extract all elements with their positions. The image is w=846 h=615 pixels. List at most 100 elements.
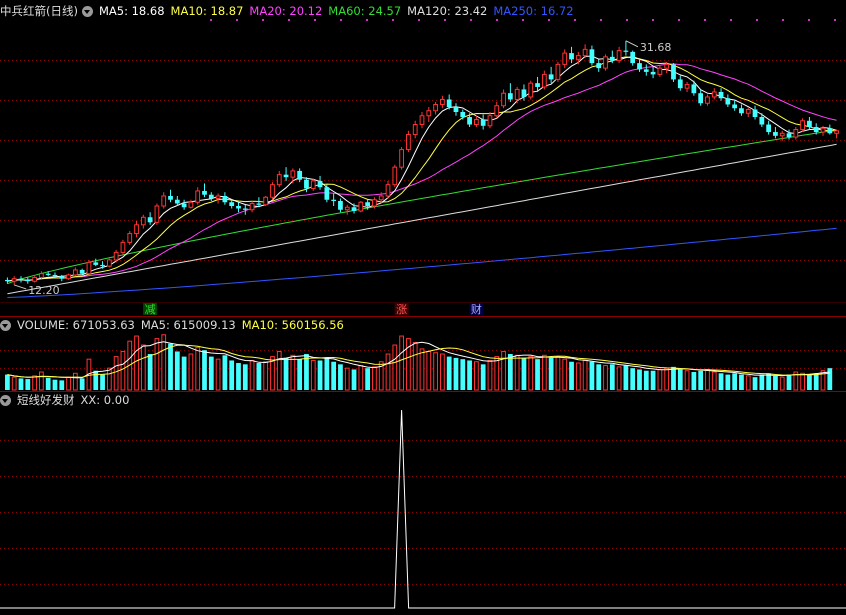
xx-signal-line [0,409,846,609]
volume-bar [589,361,595,390]
candle-body [440,98,445,105]
marker-dot [704,19,706,21]
candle-body [705,96,710,104]
volume-bar [596,364,602,390]
signal-badge-1: 涨 [396,303,407,316]
candle-body [467,117,472,125]
candle-body [412,124,418,136]
candle-body [813,127,819,133]
volume-bar [344,367,350,391]
volume-bar [684,370,690,391]
dropdown-icon[interactable] [0,395,11,406]
volume-bar [168,343,173,390]
volume-bar [745,375,751,391]
volume-bar [752,377,758,390]
marker-dot [262,19,264,21]
volume-bar [242,364,248,390]
candle-body [338,200,343,210]
candle-body [344,206,350,211]
candle-body [378,195,384,201]
candle-body [487,115,493,127]
volume-bar [399,335,404,391]
candle-body [93,262,99,265]
candle-body [501,92,506,107]
volume-bar [32,375,37,391]
candle-body [168,195,173,200]
candle-body [446,99,452,107]
candle-body [630,51,636,64]
candle-body [834,130,839,134]
volume-bar [331,361,337,390]
volume-bar [650,370,656,390]
volume-bar [555,356,561,391]
volume-bar [453,357,459,390]
candle-body [25,279,31,282]
candle-body [304,179,309,189]
candle-body [310,180,316,189]
price-indicator-1: MA10: 18.87 [170,4,244,18]
dropdown-icon[interactable] [0,320,11,331]
marker-dot [236,19,238,21]
marker-dot [366,19,368,21]
volume-bar [575,362,581,391]
candle-body [79,269,85,274]
candle-body [32,276,37,282]
candle-body [154,205,160,223]
candle-body [684,83,690,89]
volume-bar [541,354,547,391]
candle-body [140,216,146,226]
volume-bar [657,368,663,391]
price-indicator-3: MA60: 24.57 [328,4,402,18]
candle-body [480,119,486,126]
volume-bar [174,351,180,390]
candle-body [433,103,438,112]
candle-body [208,194,214,199]
volume-bar [236,363,241,390]
volume-bar [419,348,425,391]
volume-bar [385,353,391,391]
candle-body [236,206,241,209]
volume-bar [711,371,717,391]
price-indicator-2: MA20: 20.12 [249,4,323,18]
candle-body [807,120,812,128]
candle-body [161,195,167,207]
volume-bar [113,356,119,391]
volume-bar [705,368,710,391]
volume-bar [623,365,629,390]
volume-bar [609,364,615,390]
volume-bar [120,350,126,391]
volume-bar [426,350,432,391]
candle-body [691,84,697,94]
candle-body [664,63,670,69]
volume-bar [372,366,377,391]
volume-bar [297,359,303,390]
candle-body [548,74,554,80]
volume-bar [202,350,207,390]
volume-bar [739,374,744,390]
volume-bar [562,358,568,391]
volume-bar [732,373,738,390]
candle-body [392,166,398,186]
candle-body [582,48,588,57]
signal-indicator-1: XX: 0.00 [80,393,130,407]
marker-dot [288,19,290,21]
volume-bar [283,357,289,390]
stock-title: 中兵红箭(日线) [0,4,78,18]
volume-bar [229,360,235,390]
candle-body [671,64,676,80]
volume-bar [766,373,772,390]
volume-indicator-1: MA5: 615009.13 [140,318,236,332]
candle-body [596,63,602,69]
marker-dot [522,19,524,21]
volume-bar [725,374,731,390]
dropdown-icon[interactable] [81,6,93,17]
kline-chart[interactable]: 31.68 12.20 减 涨 财 [0,0,846,612]
candle-body [494,105,500,117]
candle-body [59,276,65,279]
volume-bar [304,354,309,390]
candle-body [66,274,71,280]
candle-body [120,241,126,253]
volume-indicator-2: MA10: 560156.56 [241,318,344,332]
volume-bar [494,356,500,391]
high-pointer [625,40,639,48]
